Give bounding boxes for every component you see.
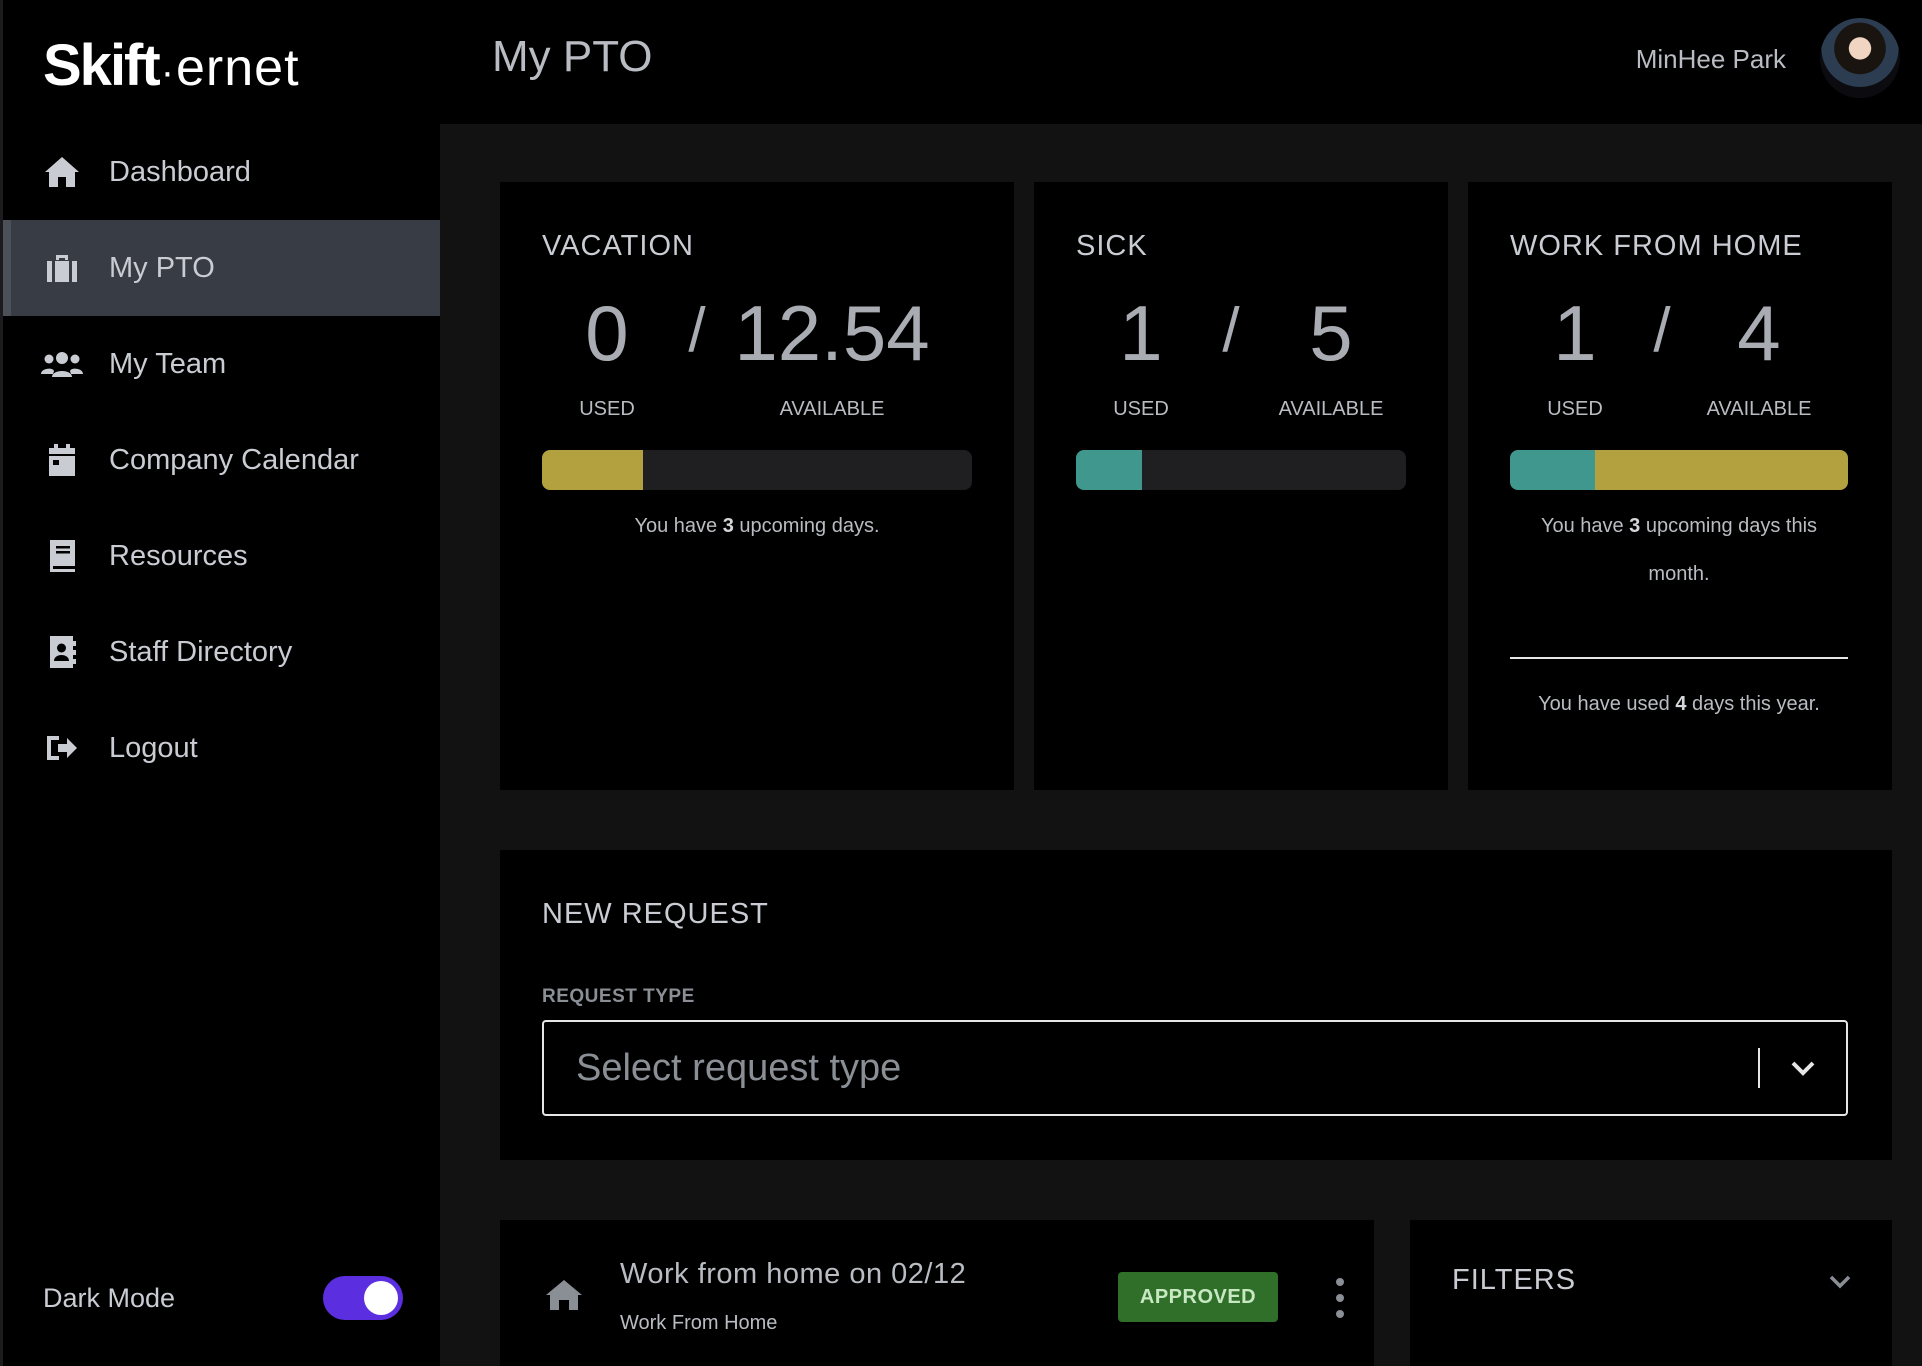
request-type-select[interactable]: Select request type	[542, 1020, 1848, 1116]
sick-progress-bar	[1076, 450, 1406, 490]
card-title: WORK FROM HOME	[1510, 230, 1803, 262]
sidebar-item-label: Company Calendar	[109, 443, 359, 476]
stat-slash: /	[688, 296, 706, 365]
sidebar-item-label: Staff Directory	[109, 635, 293, 668]
sign-out-icon	[41, 730, 83, 766]
request-type-label: REQUEST TYPE	[542, 986, 695, 1007]
request-list-item[interactable]: Work from home on 02/12 Work From Home A…	[500, 1220, 1374, 1366]
request-type-placeholder: Select request type	[576, 1046, 902, 1089]
sidebar-item-my-team[interactable]: My Team	[3, 316, 443, 412]
used-label: USED	[579, 398, 635, 420]
card-title: VACATION	[542, 230, 694, 262]
wfh-card: WORK FROM HOME 1 USED / 4 AVAILABLE You ha…	[1468, 182, 1892, 790]
available-value: 12.54	[734, 289, 930, 377]
more-options-icon[interactable]	[1330, 1278, 1350, 1318]
sidebar-item-label: Logout	[109, 731, 198, 764]
logo-bold-text: Skift	[43, 33, 161, 98]
used-value: 1	[1553, 289, 1597, 377]
available-label: AVAILABLE	[1706, 398, 1812, 420]
request-title: Work from home on 02/12	[620, 1258, 967, 1290]
briefcase-icon	[41, 250, 83, 286]
dark-mode-setting: Dark Mode	[43, 1276, 403, 1320]
wfh-year-note: You have used 4 days this year.	[1538, 693, 1820, 715]
user-name[interactable]: MinHee Park	[1636, 44, 1786, 75]
sidebar-item-dashboard[interactable]: Dashboard	[3, 124, 443, 220]
sidebar-item-staff-directory[interactable]: Staff Directory	[3, 604, 443, 700]
sick-card: SICK 1 USED / 5 AVAILABLE	[1034, 182, 1448, 790]
vacation-stats: 0 USED / 12.54 AVAILABLE	[542, 294, 942, 421]
avatar[interactable]	[1820, 18, 1900, 98]
progress-segment	[1076, 450, 1142, 490]
sidebar-item-label: Dashboard	[109, 155, 251, 188]
card-title: SICK	[1076, 230, 1148, 262]
used-value: 0	[585, 289, 629, 377]
divider	[1510, 657, 1848, 659]
home-icon	[41, 154, 83, 190]
book-icon	[41, 538, 83, 574]
vacation-progress-bar	[542, 450, 972, 490]
new-request-card: NEW REQUEST REQUEST TYPE Select request …	[500, 850, 1892, 1160]
sidebar-item-logout[interactable]: Logout	[3, 700, 443, 796]
used-label: USED	[1547, 398, 1603, 420]
progress-segment	[1510, 450, 1595, 490]
logo-dot: ·	[160, 50, 175, 94]
dark-mode-toggle[interactable]	[323, 1276, 403, 1320]
sidebar-item-resources[interactable]: Resources	[3, 508, 443, 604]
sidebar-nav: Dashboard My PTO My Team Company Calenda…	[3, 124, 443, 796]
chevron-down-icon[interactable]	[1828, 1274, 1852, 1295]
logo-light-text: ernet	[176, 39, 300, 97]
sick-stats: 1 USED / 5 AVAILABLE	[1076, 294, 1406, 421]
wfh-progress-bar	[1510, 450, 1848, 490]
vacation-upcoming-note: You have 3 upcoming days.	[634, 515, 880, 537]
address-book-icon	[41, 634, 83, 670]
sidebar-item-my-pto[interactable]: My PTO	[3, 220, 443, 316]
home-icon	[544, 1278, 584, 1317]
progress-segment	[542, 450, 644, 490]
available-label: AVAILABLE	[779, 398, 885, 420]
used-label: USED	[1113, 398, 1169, 420]
progress-segment	[1594, 450, 1848, 490]
page-title: My PTO	[492, 32, 653, 81]
sidebar-item-label: Resources	[109, 539, 248, 572]
sidebar-item-label: My PTO	[109, 251, 215, 284]
chevron-down-icon[interactable]	[1760, 1059, 1846, 1077]
filters-card[interactable]: FILTERS	[1410, 1220, 1892, 1366]
request-subtitle: Work From Home	[620, 1312, 778, 1334]
sidebar-item-company-calendar[interactable]: Company Calendar	[3, 412, 443, 508]
stat-slash: /	[1222, 296, 1240, 365]
status-badge: APPROVED	[1118, 1272, 1278, 1322]
wfh-upcoming-note: You have 3 upcoming days this month.	[1540, 515, 1818, 585]
main-content: VACATION 0 USED / 12.54 AVAILABLE You have…	[440, 124, 1922, 1366]
sidebar: Skift · ernet Dashboard My PTO My Team C…	[0, 0, 443, 1366]
calendar-icon	[41, 442, 83, 478]
filters-title: FILTERS	[1452, 1264, 1577, 1296]
dark-mode-label: Dark Mode	[43, 1282, 176, 1313]
toggle-knob	[364, 1281, 398, 1315]
available-label: AVAILABLE	[1278, 398, 1384, 420]
available-value: 4	[1737, 289, 1781, 377]
logo[interactable]: Skift · ernet	[43, 32, 300, 99]
sidebar-item-label: My Team	[109, 347, 227, 380]
available-value: 5	[1309, 289, 1353, 377]
stat-slash: /	[1653, 296, 1671, 365]
vacation-card: VACATION 0 USED / 12.54 AVAILABLE You have…	[500, 182, 1014, 790]
users-icon	[41, 346, 83, 382]
wfh-stats: 1 USED / 4 AVAILABLE	[1510, 294, 1834, 421]
used-value: 1	[1119, 289, 1163, 377]
new-request-title: NEW REQUEST	[542, 898, 769, 930]
top-header: My PTO MinHee Park	[440, 0, 1922, 124]
